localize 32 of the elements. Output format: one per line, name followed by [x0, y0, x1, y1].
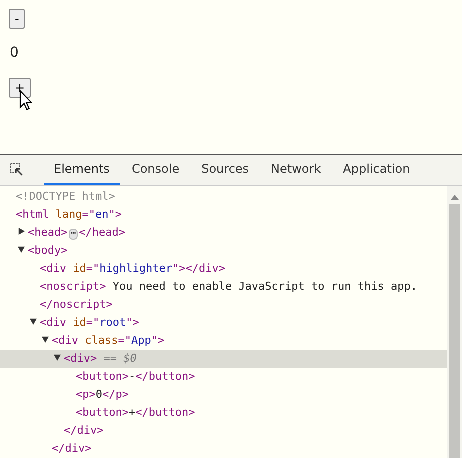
expanded-triangle-icon[interactable] [18, 246, 25, 253]
expanded-triangle-icon[interactable] [42, 336, 49, 343]
scrollbar[interactable] [447, 186, 462, 458]
minus-button[interactable]: - [9, 9, 26, 29]
mouse-pointer-icon [19, 90, 33, 112]
devtools-tab[interactable]: Sources [192, 155, 260, 185]
dom-close-line: </div> [63, 423, 105, 439]
dom-node-line[interactable]: <body> [0, 242, 447, 260]
dom-node-line[interactable]: <noscript> You need to enable JavaScript to run this app. [0, 278, 447, 296]
dom-node-line[interactable]: <div id="root"> [0, 314, 447, 332]
scroll-up-icon[interactable] [450, 194, 458, 200]
inspect-element-icon[interactable] [10, 163, 24, 177]
dom-node-line[interactable]: <head> ⋯ </head> [0, 224, 447, 242]
expanded-triangle-icon[interactable] [30, 318, 37, 325]
counter-text: 0 [10, 45, 20, 61]
dom-node-line[interactable]: <button>-</button> [0, 368, 447, 386]
dom-node-line[interactable]: <div id="highlighter"></div> [0, 260, 447, 278]
scrollbar-thumb[interactable] [449, 204, 460, 458]
dom-node-line[interactable]: <!DOCTYPE html> [0, 188, 447, 206]
expanded-triangle-icon[interactable] [54, 354, 61, 361]
devtools-tab[interactable]: Network [261, 155, 332, 185]
dom-node-line[interactable]: <div class="App"> [0, 332, 447, 350]
dom-close-line: </noscript> [39, 297, 114, 313]
dom-close-line: </div> [51, 441, 93, 457]
dom-node-line[interactable]: <button>+</button> [0, 404, 447, 422]
devtools-tab[interactable]: Console [122, 155, 190, 185]
collapsed-triangle-icon[interactable] [18, 228, 25, 235]
devtools-tab[interactable]: Application [333, 155, 420, 185]
ellipsis-badge[interactable]: ⋯ [68, 229, 78, 240]
devtools-tab[interactable]: Elements [44, 155, 120, 185]
dom-node-line[interactable]: <p>0</p> [0, 386, 447, 404]
dom-node-line[interactable]: <html lang="en"> [0, 206, 447, 224]
